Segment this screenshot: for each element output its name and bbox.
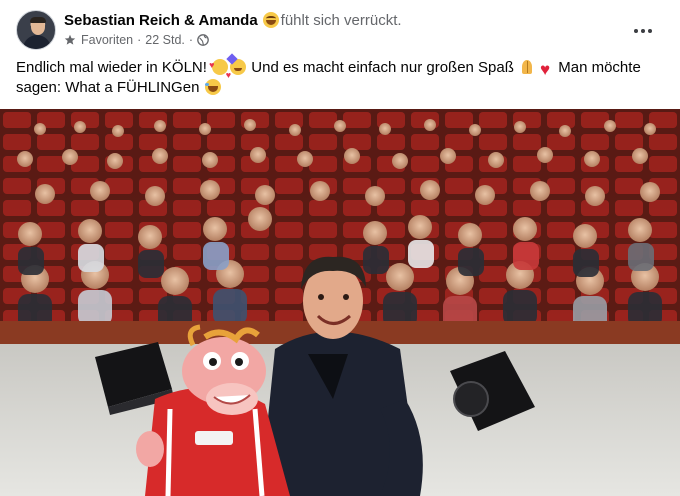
more-dot bbox=[648, 29, 652, 33]
post-text: Endlich mal wieder in KÖLN! Und es macht… bbox=[16, 55, 656, 98]
more-options-button[interactable] bbox=[626, 14, 660, 48]
author-name[interactable]: Sebastian Reich & Amanda bbox=[64, 12, 258, 29]
more-dot bbox=[641, 29, 645, 33]
partying-face-icon bbox=[230, 59, 247, 75]
feeling-text: fühlt sich verrückt. bbox=[280, 12, 402, 29]
grinning-face-icon bbox=[262, 12, 279, 28]
red-heart-icon: ♥ bbox=[540, 60, 551, 79]
meta-separator: · bbox=[137, 33, 142, 47]
avatar[interactable] bbox=[16, 10, 56, 50]
post-time[interactable]: 22 Std. bbox=[145, 32, 185, 48]
meta-separator-2: · bbox=[188, 33, 194, 47]
rolling-laughing-icon bbox=[204, 79, 221, 95]
more-dots-icon bbox=[634, 29, 638, 33]
name-line: Sebastian Reich & Amanda fühlt sich verrü… bbox=[64, 12, 402, 30]
folded-hands-icon bbox=[519, 59, 535, 75]
post-text-part2: Und es macht einfach nur großen Spaß bbox=[251, 59, 514, 76]
smiling-face-with-hearts-icon bbox=[209, 55, 231, 85]
photo-canvas bbox=[0, 109, 680, 496]
globe-icon[interactable] bbox=[197, 34, 209, 46]
post-text-part1: Endlich mal wieder in KÖLN! bbox=[16, 59, 207, 76]
photo-stage-selfie[interactable] bbox=[0, 109, 680, 496]
post-header: Sebastian Reich & Amanda fühlt sich verrü… bbox=[16, 10, 664, 52]
star-icon bbox=[64, 34, 76, 45]
meta-line: Favoriten · 22 Std. · bbox=[64, 32, 209, 48]
avatar-shirt bbox=[23, 35, 51, 49]
avatar-hair bbox=[30, 17, 46, 23]
audience-label[interactable]: Favoriten bbox=[81, 32, 133, 48]
